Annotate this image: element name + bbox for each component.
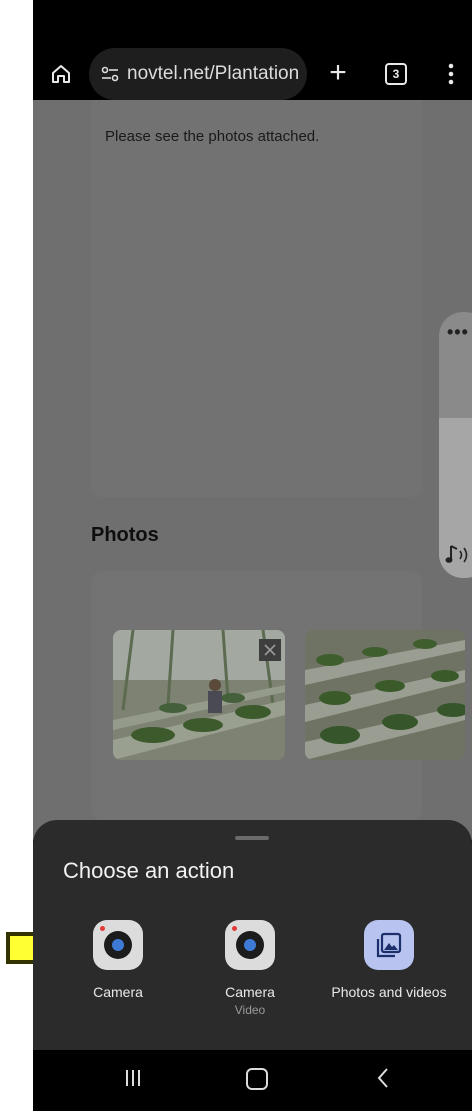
more-menu-icon[interactable] — [441, 60, 461, 88]
tab-switcher-button[interactable]: 3 — [385, 63, 407, 85]
sound-icon — [445, 542, 472, 568]
gallery-icon — [364, 920, 414, 970]
sheet-title: Choose an action — [63, 858, 235, 883]
more-options-icon[interactable]: ••• — [447, 322, 469, 343]
camera-icon — [93, 920, 143, 970]
volume-panel[interactable]: ••• — [439, 312, 472, 578]
photos-and-videos-action[interactable]: Photos and videos — [328, 920, 450, 1000]
note-card — [91, 100, 422, 497]
sheet-drag-handle[interactable] — [235, 836, 269, 840]
browser-toolbar: novtel.net/Plantation + 3 — [33, 48, 472, 100]
note-text: Please see the photos attached. — [105, 128, 320, 145]
home-nav-icon[interactable] — [246, 1068, 268, 1090]
camera-icon — [225, 920, 275, 970]
url-text: novtel.net/Plantation — [127, 63, 300, 84]
action-sublabel: Video — [234, 1003, 266, 1017]
phone-screen: novtel.net/Plantation + 3 Please see the… — [33, 0, 472, 1111]
new-tab-button[interactable]: + — [323, 58, 353, 88]
remove-photo-button[interactable] — [259, 639, 281, 661]
action-bottom-sheet: Choose an action Camera Camera Video Pho… — [33, 820, 472, 1050]
action-label: Camera — [225, 984, 275, 1000]
camera-video-action[interactable]: Camera Video — [219, 920, 281, 1017]
recent-apps-icon[interactable] — [123, 1068, 143, 1088]
camera-action[interactable]: Camera — [87, 920, 149, 1000]
home-icon[interactable] — [49, 62, 73, 86]
back-icon[interactable] — [373, 1066, 393, 1090]
system-nav-bar — [33, 1050, 472, 1111]
photo-thumbnail[interactable] — [305, 630, 465, 760]
action-label: Photos and videos — [331, 984, 447, 1000]
site-settings-icon[interactable] — [99, 63, 121, 85]
address-bar[interactable]: novtel.net/Plantation — [89, 48, 307, 100]
photos-heading: Photos — [91, 524, 159, 546]
web-page-dimmed: Please see the photos attached. Photos — [33, 100, 472, 840]
action-label: Camera — [93, 984, 143, 1000]
